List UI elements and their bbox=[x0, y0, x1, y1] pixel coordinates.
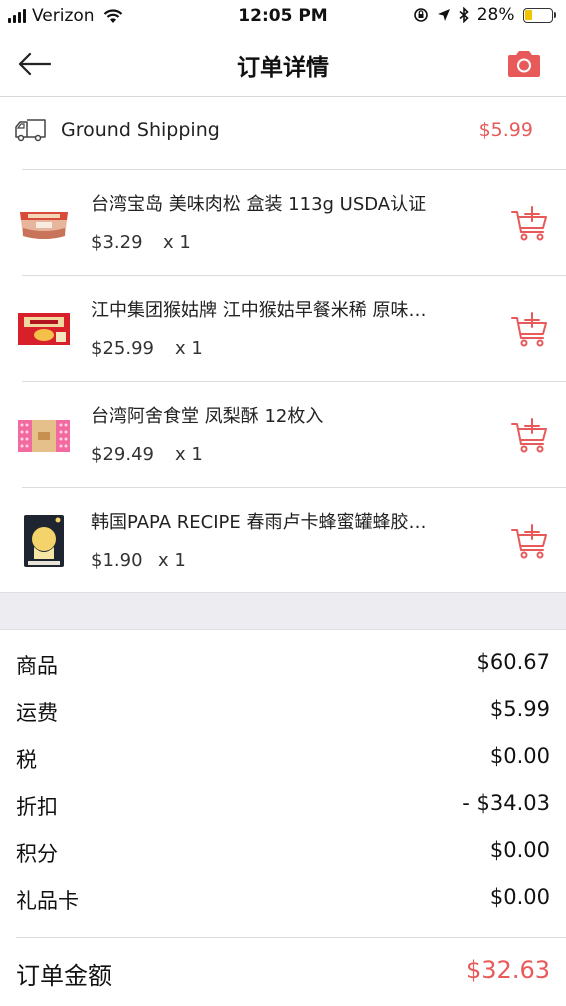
product-price: $3.29 bbox=[91, 232, 143, 253]
product-price: $29.49 bbox=[91, 444, 154, 465]
list-item[interactable]: 韩国PAPA RECIPE 春雨卢卡蜂蜜罐蜂胶… $1.90 x 1 bbox=[22, 488, 566, 594]
add-to-cart-icon[interactable] bbox=[510, 204, 550, 244]
summary-value: $0.00 bbox=[489, 744, 550, 768]
product-title: 台湾宝岛 美味肉松 盒装 113g USDA认证 bbox=[91, 194, 427, 215]
add-to-cart-icon[interactable] bbox=[510, 522, 550, 562]
summary-label: 礼品卡 bbox=[16, 889, 79, 913]
camera-icon[interactable] bbox=[506, 49, 542, 79]
product-image-pineapple-cake bbox=[18, 420, 70, 452]
summary-value: $5.99 bbox=[489, 697, 550, 721]
add-to-cart-icon[interactable] bbox=[510, 416, 550, 456]
battery-icon bbox=[522, 7, 556, 23]
divider bbox=[16, 937, 566, 938]
product-quantity: x 1 bbox=[163, 232, 191, 253]
add-to-cart-icon[interactable] bbox=[510, 310, 550, 350]
product-title: 韩国PAPA RECIPE 春雨卢卡蜂蜜罐蜂胶… bbox=[91, 512, 427, 533]
product-image-meat-floss bbox=[20, 212, 68, 239]
shipping-row: Ground Shipping $5.99 bbox=[0, 97, 566, 169]
shipping-method-label: Ground Shipping bbox=[61, 119, 220, 141]
product-image-honey-mask bbox=[24, 515, 64, 567]
product-quantity: x 1 bbox=[175, 338, 203, 359]
page-title: 订单详情 bbox=[237, 55, 329, 81]
summary-row-tax: 税 $0.00 bbox=[0, 736, 566, 783]
order-summary: 商品 $60.67 运费 $5.99 税 $0.00 折扣 - $34.03 积… bbox=[0, 642, 566, 924]
bluetooth-icon bbox=[459, 7, 469, 23]
summary-row-points: 积分 $0.00 bbox=[0, 830, 566, 877]
location-arrow-icon bbox=[437, 9, 450, 21]
product-title: 台湾阿舍食堂 凤梨酥 12枚入 bbox=[91, 406, 324, 427]
product-price: $1.90 bbox=[91, 550, 143, 571]
order-items-list: 台湾宝岛 美味肉松 盒装 113g USDA认证 $3.29 x 1 江中集团猴… bbox=[0, 170, 566, 594]
summary-row-subtotal: 商品 $60.67 bbox=[0, 642, 566, 689]
nav-bar: 订单详情 bbox=[0, 32, 566, 97]
summary-value: - $34.03 bbox=[462, 791, 550, 815]
order-total-row: 订单金额 $32.63 bbox=[0, 948, 566, 998]
summary-value: $0.00 bbox=[489, 838, 550, 862]
summary-label: 积分 bbox=[16, 842, 58, 866]
summary-value: $0.00 bbox=[489, 885, 550, 909]
summary-label: 商品 bbox=[16, 654, 58, 678]
product-quantity: x 1 bbox=[158, 550, 186, 571]
summary-label: 折扣 bbox=[16, 795, 58, 819]
product-title: 江中集团猴姑牌 江中猴姑早餐米稀 原味… bbox=[91, 300, 427, 321]
product-quantity: x 1 bbox=[175, 444, 203, 465]
summary-label: 运费 bbox=[16, 701, 58, 725]
list-item[interactable]: 江中集团猴姑牌 江中猴姑早餐米稀 原味… $25.99 x 1 bbox=[18, 276, 566, 382]
summary-value: $60.67 bbox=[476, 650, 550, 674]
order-total-value: $32.63 bbox=[466, 956, 550, 984]
summary-label: 税 bbox=[16, 748, 37, 772]
status-bar: Verizon 12:05 PM 28% bbox=[0, 0, 566, 32]
order-total-label: 订单金额 bbox=[16, 962, 112, 990]
battery-percent: 28% bbox=[476, 5, 515, 25]
product-image-rice-cereal bbox=[18, 313, 70, 345]
product-price: $25.99 bbox=[91, 338, 154, 359]
truck-icon bbox=[15, 119, 46, 142]
list-item[interactable]: 台湾宝岛 美味肉松 盒装 113g USDA认证 $3.29 x 1 bbox=[20, 170, 566, 276]
summary-row-discount: 折扣 - $34.03 bbox=[0, 783, 566, 830]
summary-row-gift-card: 礼品卡 $0.00 bbox=[0, 877, 566, 924]
orientation-lock-icon bbox=[413, 8, 428, 22]
list-item[interactable]: 台湾阿舍食堂 凤梨酥 12枚入 $29.49 x 1 bbox=[18, 382, 566, 488]
summary-row-shipping: 运费 $5.99 bbox=[0, 689, 566, 736]
shipping-price: $5.99 bbox=[478, 119, 533, 141]
section-separator bbox=[0, 592, 566, 630]
